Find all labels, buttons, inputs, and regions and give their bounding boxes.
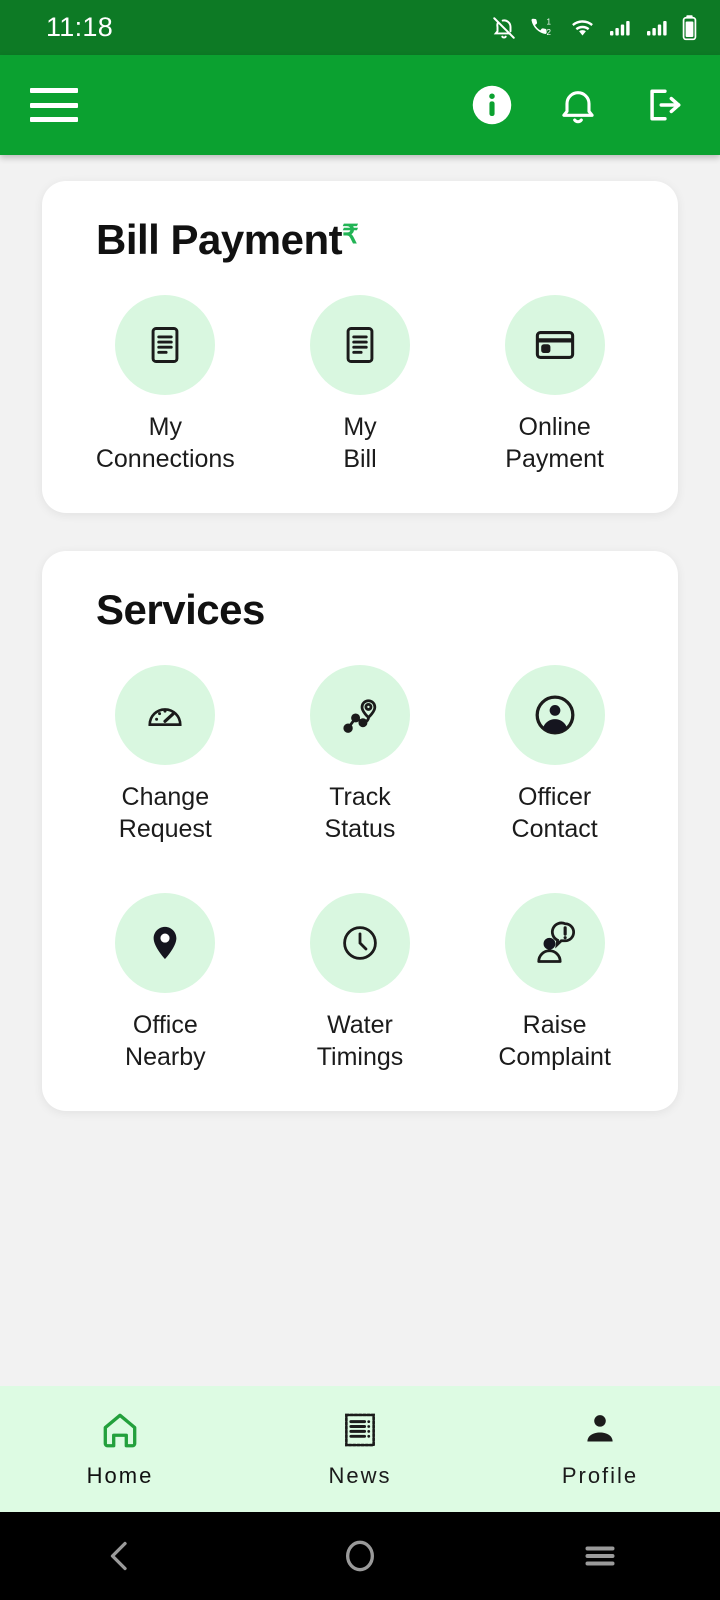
svg-text:2: 2 — [547, 28, 552, 37]
document-icon — [115, 295, 216, 395]
speedometer-icon — [115, 665, 216, 765]
menu-bar-2 — [30, 102, 78, 108]
location-pin-icon — [115, 893, 216, 993]
nav-label: News — [328, 1463, 392, 1488]
svg-text:1: 1 — [547, 17, 552, 26]
tile-office-nearby[interactable]: Office Nearby — [68, 893, 263, 1073]
tile-label: Track Status — [324, 783, 396, 843]
recents-icon[interactable] — [555, 1526, 645, 1586]
nav-item-home[interactable]: Home — [0, 1409, 240, 1489]
services-grid: Change Request Track Status Officer Cont… — [68, 665, 652, 1081]
services-title-text: Services — [96, 586, 265, 633]
bottom-navigation: Home News Profile — [0, 1386, 720, 1512]
nav-label: Home — [86, 1463, 154, 1488]
nav-label: Profile — [561, 1463, 639, 1488]
bill-payment-title: Bill Payment ₹ — [96, 219, 652, 261]
dual-sim-call-icon: 1 2 — [528, 15, 558, 41]
account-circle-icon — [504, 665, 605, 765]
menu-icon[interactable] — [30, 88, 78, 122]
document-icon — [309, 295, 410, 395]
rupee-icon: ₹ — [342, 219, 359, 249]
services-card: Services Change Request Track Status Off… — [42, 551, 678, 1111]
nav-item-profile[interactable]: Profile — [480, 1409, 720, 1489]
credit-card-icon — [504, 295, 605, 395]
tile-label: Online Payment — [505, 413, 604, 473]
tile-online-payment[interactable]: Online Payment — [457, 295, 652, 475]
info-icon[interactable] — [470, 83, 514, 127]
person-alert-icon — [504, 893, 605, 993]
tile-label: Change Request — [118, 783, 212, 843]
bill-payment-grid: My Connections My Bill Online Payment — [68, 295, 652, 483]
clock-icon — [309, 893, 410, 993]
wifi-icon — [569, 16, 596, 40]
person-icon — [579, 1409, 621, 1451]
route-pin-icon — [309, 665, 410, 765]
phone-screen: 11:18 1 2 Bill Payment ₹ My Connections … — [0, 0, 720, 1600]
newspaper-icon — [339, 1409, 381, 1451]
tile-track-status[interactable]: Track Status — [263, 665, 458, 845]
page-content: Bill Payment ₹ My Connections My Bill On… — [0, 155, 720, 1386]
tile-raise-complaint[interactable]: Raise Complaint — [457, 893, 652, 1073]
tile-officer-contact[interactable]: Officer Contact — [457, 665, 652, 845]
tile-my-bill[interactable]: My Bill — [263, 295, 458, 475]
battery-icon — [681, 14, 698, 42]
tile-label: Office Nearby — [125, 1011, 206, 1071]
tile-change-request[interactable]: Change Request — [68, 665, 263, 845]
tile-label: Raise Complaint — [498, 1011, 611, 1071]
signal-2-icon — [644, 16, 670, 40]
signal-1-icon — [607, 16, 633, 40]
tile-label: Officer Contact — [511, 783, 598, 843]
tile-label: My Bill — [343, 413, 377, 473]
bell-off-icon — [491, 15, 517, 41]
bill-payment-card: Bill Payment ₹ My Connections My Bill On… — [42, 181, 678, 513]
tile-my-connections[interactable]: My Connections — [68, 295, 263, 475]
notifications-icon[interactable] — [556, 83, 600, 127]
status-time: 11:18 — [46, 12, 114, 42]
app-bar — [0, 55, 720, 155]
logout-icon[interactable] — [642, 83, 686, 127]
nav-item-news[interactable]: News — [240, 1409, 480, 1489]
status-bar: 11:18 1 2 — [0, 0, 720, 55]
back-icon[interactable] — [75, 1526, 165, 1586]
app-bar-actions — [470, 83, 686, 127]
home-icon — [99, 1409, 141, 1451]
services-title: Services — [96, 589, 652, 631]
tile-water-timings[interactable]: Water Timings — [263, 893, 458, 1073]
tile-label: My Connections — [95, 413, 235, 473]
menu-bar-3 — [30, 117, 78, 122]
tile-label: Water Timings — [316, 1011, 404, 1071]
bill-payment-title-text: Bill Payment — [96, 216, 343, 263]
system-navigation-bar — [0, 1512, 720, 1600]
status-icons: 1 2 — [491, 14, 698, 42]
menu-bar-1 — [30, 88, 78, 93]
home-circle-icon[interactable] — [315, 1526, 405, 1586]
